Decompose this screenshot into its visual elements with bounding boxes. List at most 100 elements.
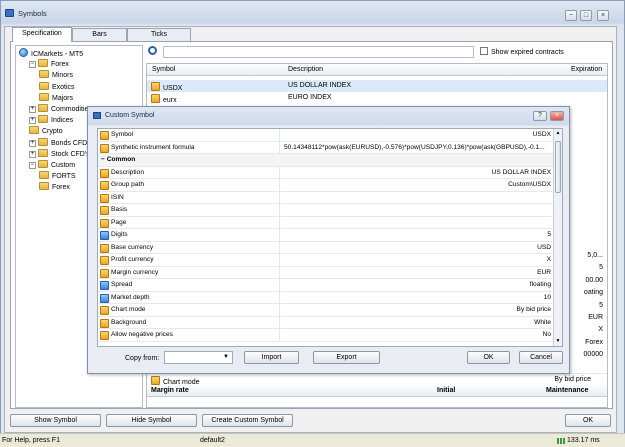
vertical-scrollbar[interactable]: ▲ ▼ bbox=[553, 129, 562, 346]
show-symbol-button[interactable]: Show Symbol bbox=[10, 414, 101, 427]
tab-ticks[interactable]: Ticks bbox=[127, 28, 191, 41]
copy-from-select[interactable]: ▼ bbox=[164, 351, 233, 364]
property-label: Base currency bbox=[111, 243, 154, 251]
tree-item[interactable]: Forex bbox=[39, 182, 70, 193]
import-button[interactable]: Import bbox=[244, 351, 299, 364]
property-row[interactable]: Margin currency EUR bbox=[98, 266, 555, 279]
property-row[interactable]: Market depth 10 bbox=[98, 291, 555, 304]
property-row[interactable]: Page bbox=[98, 216, 555, 229]
property-value[interactable]: USD bbox=[537, 242, 551, 254]
tree-item[interactable]: Exotics bbox=[39, 81, 75, 93]
expand-icon[interactable]: + bbox=[29, 117, 36, 125]
property-row[interactable]: Allow negative prices No bbox=[98, 329, 555, 342]
close-icon[interactable]: × bbox=[597, 10, 609, 21]
title-bar[interactable]: Symbols − □ × bbox=[0, 0, 625, 24]
expand-icon[interactable]: + bbox=[29, 139, 36, 147]
property-grid[interactable]: Symbol USDX Synthetic instrument formula 50… bbox=[97, 128, 563, 347]
dialog-cancel-button[interactable]: Cancel bbox=[519, 351, 563, 364]
scroll-up-icon[interactable]: ▲ bbox=[555, 130, 561, 137]
property-value[interactable]: No bbox=[543, 329, 551, 341]
property-label: Digits bbox=[111, 231, 128, 238]
tree-item[interactable]: + Indices bbox=[29, 115, 73, 126]
property-row[interactable]: Profit currency X bbox=[98, 254, 555, 267]
create-custom-symbol-button[interactable]: Create Custom Symbol bbox=[202, 414, 293, 427]
column-divider bbox=[279, 316, 280, 329]
status-bar: For Help, press F1 default2 133.17 ms bbox=[0, 433, 625, 447]
export-button[interactable]: Export bbox=[313, 351, 380, 364]
property-value[interactable]: X bbox=[547, 254, 551, 266]
column-divider bbox=[279, 254, 280, 266]
property-value[interactable]: US DOLLAR INDEX bbox=[492, 167, 551, 179]
tree-item[interactable]: Minors bbox=[39, 70, 73, 81]
tree-item[interactable]: + Commodities bbox=[29, 104, 92, 115]
column-divider bbox=[279, 191, 280, 204]
checkbox-label: Show expired contracts bbox=[491, 49, 564, 56]
property-value[interactable]: 5 bbox=[547, 229, 551, 241]
show-expired-checkbox[interactable]: Show expired contracts bbox=[480, 47, 564, 56]
property-row-chart-mode[interactable]: Chart mode By bid price bbox=[147, 373, 607, 386]
property-row[interactable]: Description US DOLLAR INDEX bbox=[98, 166, 555, 179]
collapse-icon[interactable]: − bbox=[29, 61, 36, 69]
property-row[interactable]: Group path Custom\USDX bbox=[98, 179, 555, 192]
property-row[interactable]: Basis bbox=[98, 204, 555, 217]
property-row[interactable]: Digits 5 bbox=[98, 229, 555, 242]
column-divider bbox=[279, 241, 280, 254]
tree-item[interactable]: ICMarkets - MT5 bbox=[19, 48, 83, 59]
scroll-down-icon[interactable]: ▼ bbox=[555, 338, 561, 345]
dropdown-arrow-icon: ▼ bbox=[223, 354, 229, 360]
minimize-icon[interactable]: − bbox=[565, 10, 577, 21]
tree-item[interactable]: + Stock CFD's bbox=[29, 148, 90, 160]
property-row[interactable]: Chart mode By bid price bbox=[98, 304, 555, 317]
tree-item[interactable]: − Custom bbox=[29, 160, 75, 171]
help-icon[interactable]: ? bbox=[533, 111, 547, 121]
ok-button[interactable]: OK bbox=[565, 414, 611, 427]
property-row[interactable]: Spread floating bbox=[98, 279, 555, 292]
tree-item[interactable]: Majors bbox=[39, 92, 73, 104]
property-value[interactable]: USDX bbox=[533, 129, 551, 141]
row-description: EURO INDEX bbox=[288, 94, 332, 101]
property-row[interactable]: Synthetic instrument formula 50.14348112*… bbox=[98, 141, 555, 154]
table-row[interactable]: eurx EURO INDEX bbox=[147, 92, 607, 104]
maximize-icon[interactable]: □ bbox=[580, 10, 592, 21]
expand-icon[interactable]: + bbox=[29, 106, 36, 113]
binoculars-icon[interactable] bbox=[148, 46, 157, 55]
tree-item[interactable]: + Bonds CFDs bbox=[29, 137, 91, 149]
property-row[interactable]: Symbol USDX bbox=[98, 129, 555, 142]
header-description[interactable]: Description bbox=[288, 64, 323, 76]
property-value[interactable]: 50.14348112*pow(ask(EURUSD),-0.576)*pow(… bbox=[284, 142, 545, 154]
section-header[interactable]: − Common bbox=[98, 154, 555, 167]
search-input[interactable] bbox=[163, 46, 474, 58]
hide-symbol-button[interactable]: Hide Symbol bbox=[106, 414, 197, 427]
tree-item[interactable]: FORTS bbox=[39, 171, 76, 182]
tree-item[interactable]: − Forex bbox=[29, 59, 69, 70]
property-value[interactable]: By bid price bbox=[517, 304, 551, 316]
checkbox-box[interactable] bbox=[480, 47, 488, 55]
header-expiration[interactable]: Expiration bbox=[571, 64, 602, 76]
property-value[interactable]: floating bbox=[530, 279, 551, 291]
collapse-icon[interactable]: − bbox=[29, 162, 36, 169]
dialog-ok-button[interactable]: OK bbox=[467, 351, 510, 364]
table-row[interactable]: USDX US DOLLAR INDEX bbox=[147, 80, 607, 92]
property-icon bbox=[100, 243, 109, 253]
margin-initial-label: Initial bbox=[437, 387, 456, 394]
property-value[interactable]: EUR bbox=[537, 267, 551, 279]
expand-icon[interactable]: + bbox=[29, 150, 36, 158]
tree-item-label: Crypto bbox=[42, 128, 63, 136]
property-row[interactable]: ISIN bbox=[98, 191, 555, 204]
property-icon bbox=[100, 331, 109, 340]
property-value[interactable]: White bbox=[534, 317, 551, 329]
property-row[interactable]: Base currency USD bbox=[98, 241, 555, 254]
scroll-thumb[interactable] bbox=[555, 141, 561, 193]
connection-icon bbox=[557, 438, 565, 444]
property-value[interactable]: 10 bbox=[544, 292, 551, 304]
tab-specification[interactable]: Specification bbox=[12, 27, 72, 42]
dialog-close-icon[interactable]: × bbox=[550, 111, 564, 121]
folder-icon bbox=[38, 137, 48, 146]
property-value[interactable]: Custom\USDX bbox=[508, 179, 551, 191]
property-row[interactable]: Background White bbox=[98, 316, 555, 329]
tree-item[interactable]: Crypto bbox=[29, 126, 63, 137]
header-symbol[interactable]: Symbol bbox=[152, 64, 175, 76]
tab-bars[interactable]: Bars bbox=[72, 28, 127, 41]
folder-icon bbox=[39, 171, 49, 180]
folder-icon bbox=[38, 148, 48, 157]
